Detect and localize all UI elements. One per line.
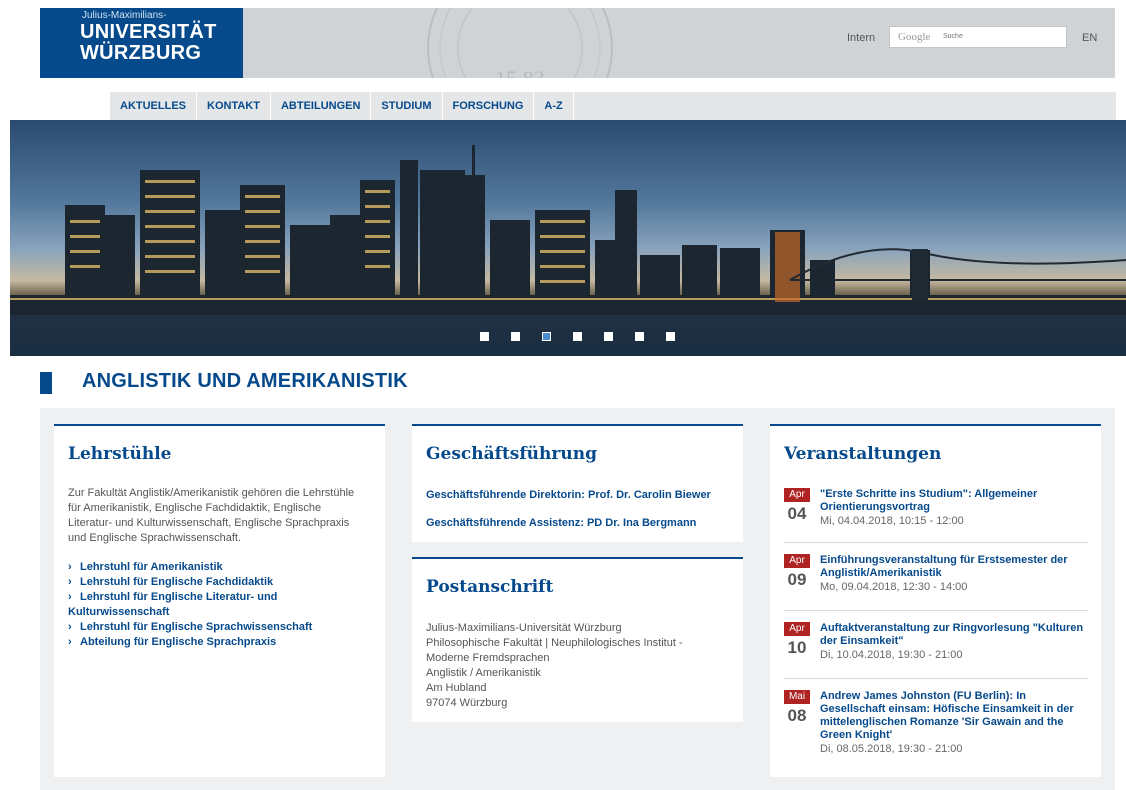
slider-dot-active[interactable] [542,332,551,341]
intern-link[interactable]: Intern [847,32,875,44]
university-logo[interactable]: Julius-Maximilians- UNIVERSITÄT WÜRZBURG [40,8,243,78]
chevron-right-icon: › [68,561,72,573]
link-fachdidaktik[interactable]: › Lehrstuhl für Englische Fachdidaktik [54,575,374,590]
event-day: 08 [787,706,807,725]
nav-item-studium[interactable]: STUDIUM [371,92,443,120]
slider-dot[interactable] [635,332,644,341]
link-sprachwissenschaft[interactable]: › Lehrstuhl für Englische Sprachwissensch… [54,620,374,635]
event-date: Di, 08.05.2018, 19:30 - 21:00 [820,743,963,755]
link-literatur-kulturwissenschaft[interactable]: › Lehrstuhl für Englische Literatur- und … [54,590,324,620]
postanschrift-address: Julius-Maximilians-Universität Würzburg … [426,621,736,711]
veranstaltungen-heading: Veranstaltungen [784,444,942,464]
address-line: Moderne Fremdsprachen [426,652,550,664]
main-navigation: AKTUELLES KONTAKT ABTEILUNGEN STUDIUM FO… [110,92,1116,120]
site-header: 15 83 Julius-Maximilians- UNIVERSITÄT WÜ… [40,8,1115,78]
event-day: 10 [787,638,807,657]
logo-small-text: Julius-Maximilians- [82,10,167,21]
slider-dot[interactable] [511,332,520,341]
address-line: Anglistik / Amerikanistik [426,667,541,679]
slider-dot[interactable] [573,332,582,341]
logo-line1: UNIVERSITÄT [80,21,217,43]
nav-item-a-z[interactable]: A-Z [534,92,574,120]
lehrstuehle-text: Zur Fakultät Anglistik/Amerikanistik geh… [68,487,355,544]
direktorin-link[interactable]: Geschäftsführende Direktorin: Prof. Dr. … [426,488,736,503]
event-date: Mi, 04.04.2018, 10:15 - 12:00 [820,515,964,527]
event-month-badge: Apr [784,554,810,568]
slider-dots [480,332,675,341]
event-day: 09 [787,570,807,589]
nav-item-forschung[interactable]: FORSCHUNG [443,92,535,120]
lehrstuehle-links: › Lehrstuhl für Amerikanistik › Lehrstuhl … [54,560,374,650]
hero-image-skyline [10,120,1126,356]
link-amerikanistik[interactable]: › Lehrstuhl für Amerikanistik [54,560,374,575]
search-placeholder: Suche [943,33,963,40]
slider-dot[interactable] [604,332,613,341]
title-accent-bar [40,372,52,394]
address-line: Philosophische Fakultät | Neuphilologisc… [426,637,683,649]
event-title-link[interactable]: Andrew James Johnston (FU Berlin): In Ge… [820,690,1088,756]
lehrstuehle-heading: Lehrstühle [68,444,172,464]
event-month-badge: Apr [784,488,810,502]
nav-item-kontakt[interactable]: KONTAKT [197,92,271,120]
lehrstuehle-box: Lehrstühle Zur Fakultät Anglistik/Amerik… [54,424,385,777]
event-day: 04 [787,504,807,523]
google-brand-label: Google [898,31,931,43]
event-date: Mo, 09.04.2018, 12:30 - 14:00 [820,581,968,593]
logo-line2: WÜRZBURG [80,42,202,64]
postanschrift-box: Postanschrift Julius-Maximilians-Univers… [412,557,743,722]
search-input[interactable]: Google Suche [889,26,1067,48]
language-switch-en[interactable]: EN [1082,32,1097,44]
link-sprachpraxis[interactable]: › Abteilung für Englische Sprachpraxis [54,635,374,650]
slider-dot[interactable] [480,332,489,341]
nav-item-abteilungen[interactable]: ABTEILUNGEN [271,92,372,120]
event-date: Di, 10.04.2018, 19:30 - 21:00 [820,649,963,661]
event-month-badge: Apr [784,622,810,636]
event-title-link[interactable]: "Erste Schritte ins Studium": Allgemeine… [820,488,1088,528]
nav-item-aktuelles[interactable]: AKTUELLES [110,92,197,120]
chevron-right-icon: › [68,636,72,648]
university-seal-watermark: 15 83 [427,8,613,78]
address-line: Julius-Maximilians-Universität Würzburg [426,622,622,634]
event-divider [784,610,1088,611]
event-divider [784,542,1088,543]
address-line: Am Hubland [426,682,487,694]
chevron-right-icon: › [68,576,72,588]
event-divider [784,678,1088,679]
postanschrift-heading: Postanschrift [426,577,554,597]
slider-dot[interactable] [666,332,675,341]
address-line: 97074 Würzburg [426,697,508,709]
seal-year-text: 15 83 [495,66,545,78]
chevron-right-icon: › [68,591,72,603]
event-month-badge: Mai [784,690,810,704]
event-title-link[interactable]: Einführungsveranstaltung für Erstsemeste… [820,554,1088,594]
skyline-illustration [10,145,1126,356]
chevron-right-icon: › [68,621,72,633]
veranstaltungen-box: Veranstaltungen Apr 04 "Erste Schritte i… [770,424,1101,777]
geschaeftsfuehrung-heading: Geschäftsführung [426,444,597,464]
assistenz-link[interactable]: Geschäftsführende Assistenz: PD Dr. Ina … [426,516,736,531]
event-title-link[interactable]: Auftaktveranstaltung zur Ringvorlesung "… [820,622,1088,662]
page-title: ANGLISTIK UND AMERIKANISTIK [82,370,408,392]
geschaeftsfuehrung-box: Geschäftsführung Geschäftsführende Direk… [412,424,743,542]
